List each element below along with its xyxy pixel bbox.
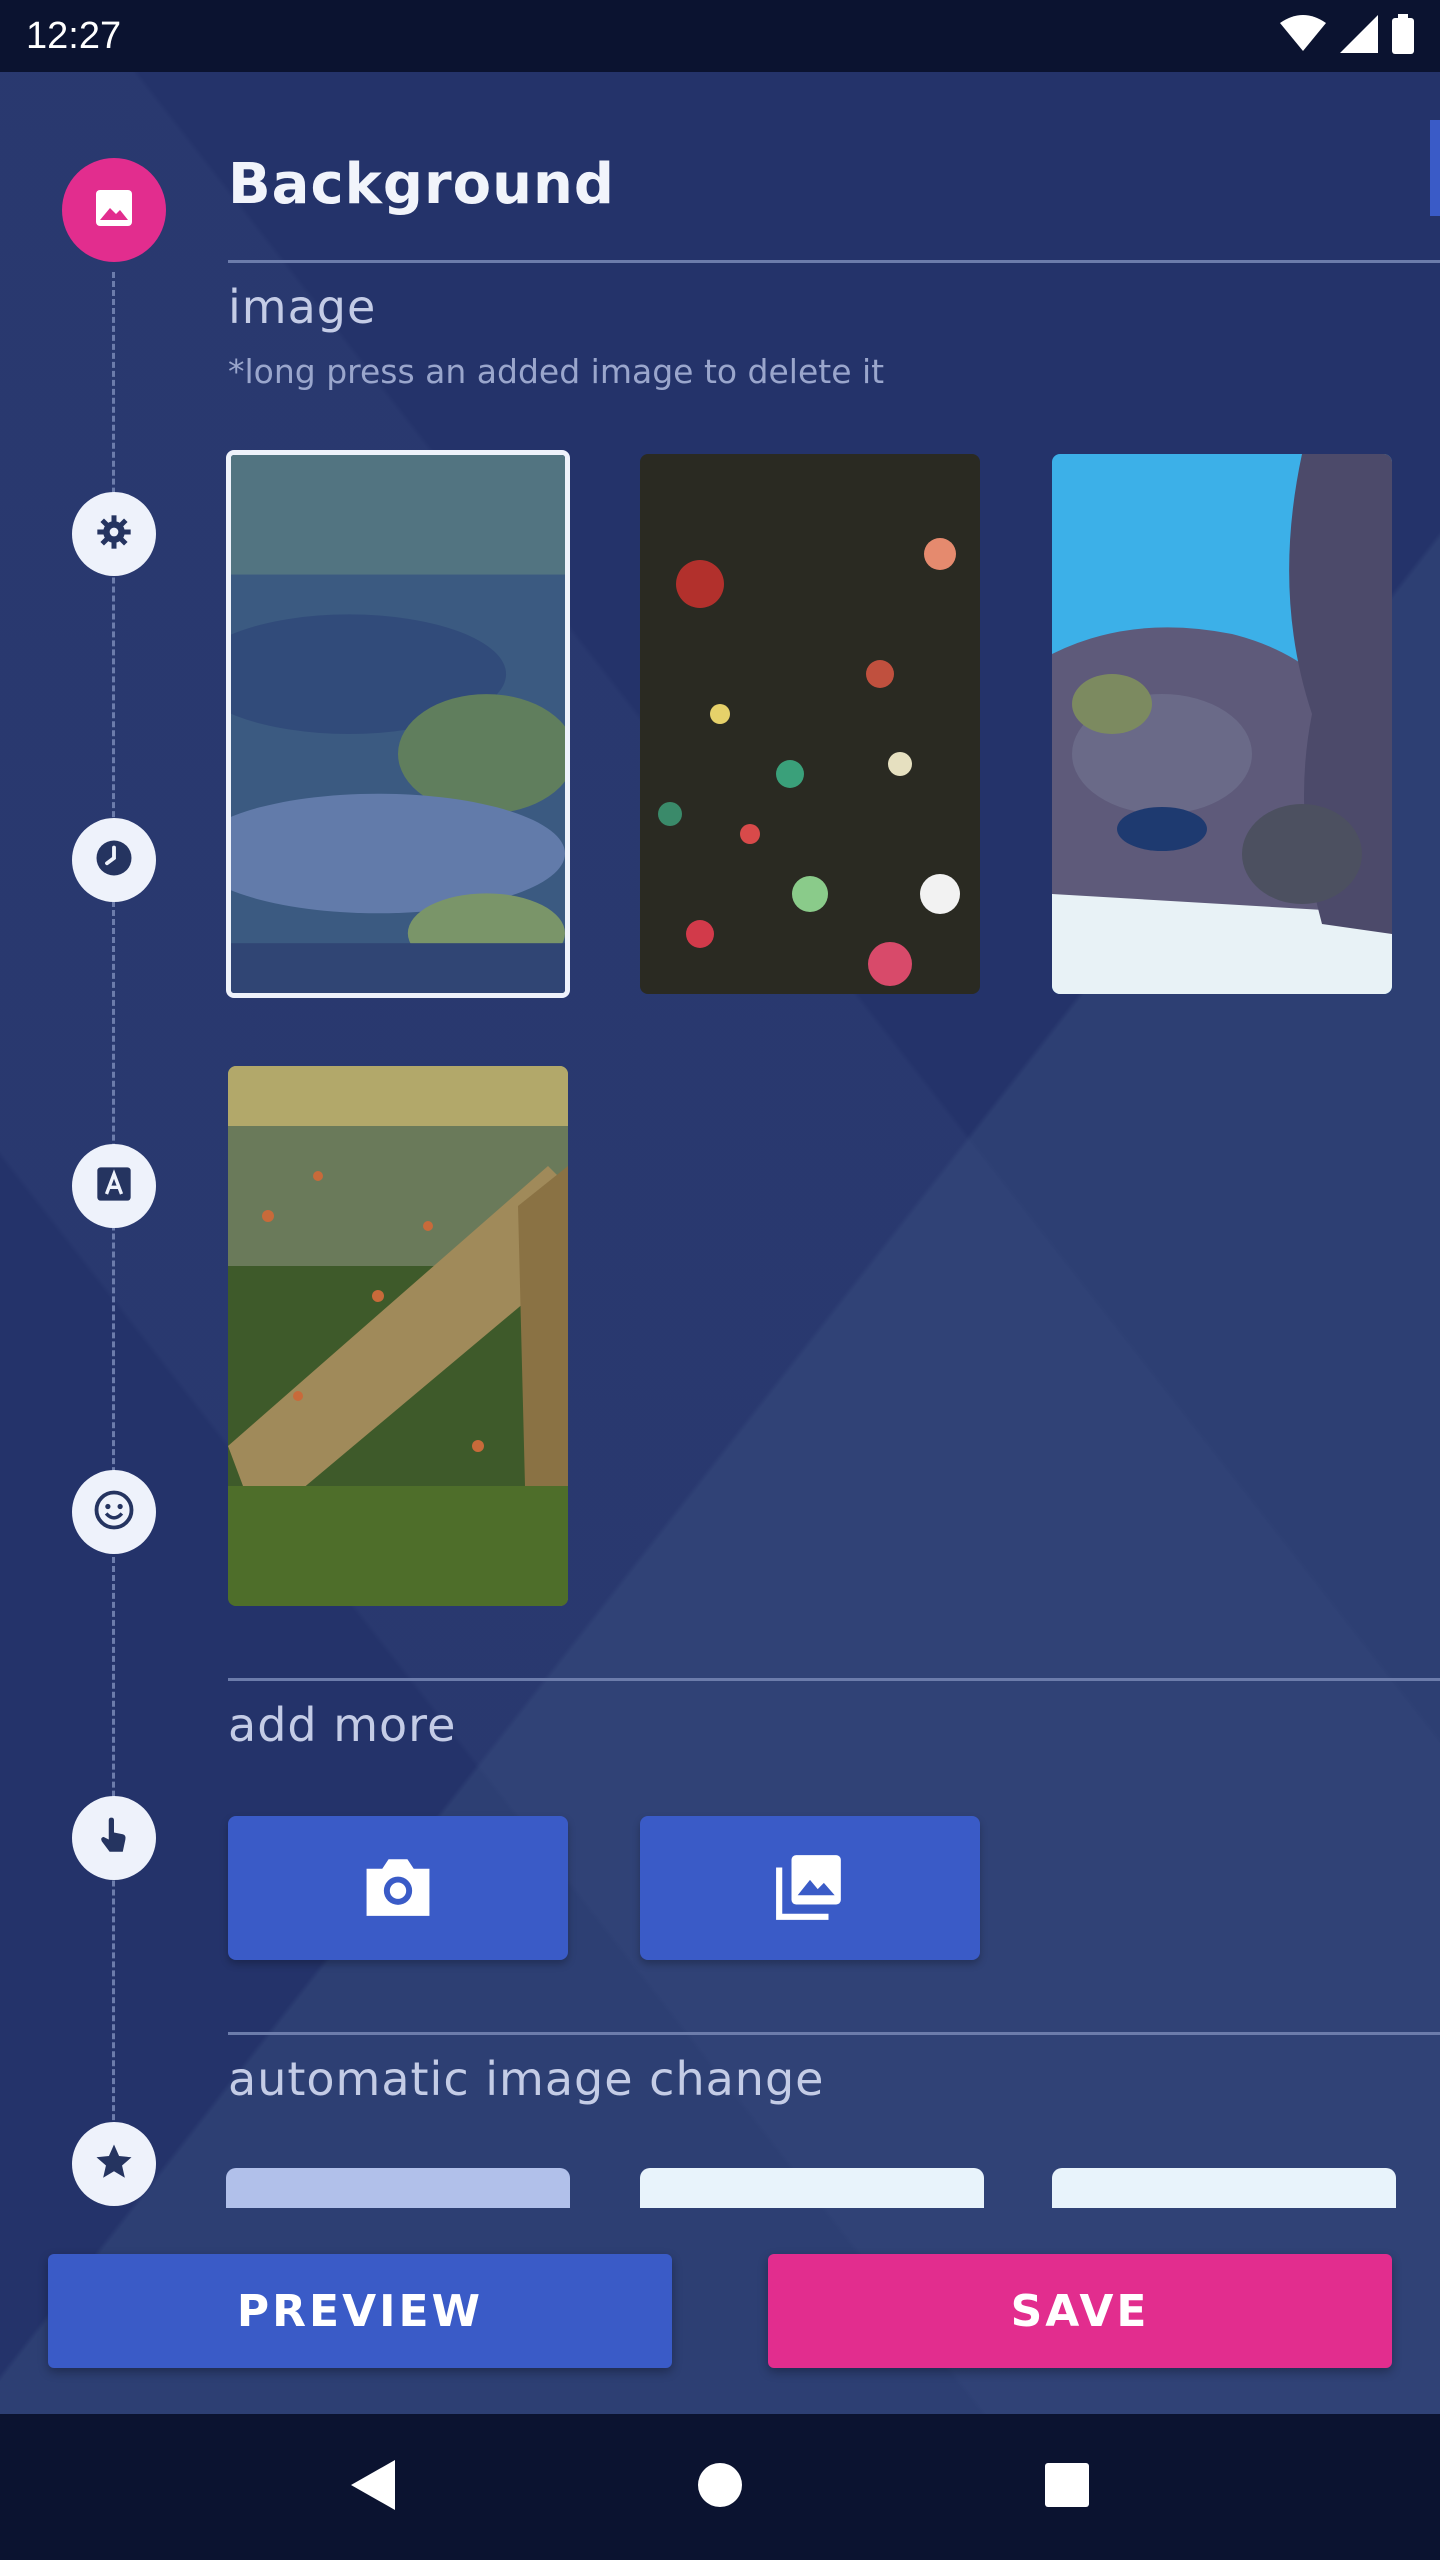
aquarium-plants-thumbnail[interactable] (226, 450, 570, 998)
home-button[interactable] (670, 2437, 770, 2537)
auto-change-option[interactable] (226, 2168, 570, 2208)
delete-hint: *long press an added image to delete it (228, 352, 885, 391)
divider (228, 1678, 1440, 1681)
coral-reef-dark-thumbnail[interactable] (640, 454, 980, 994)
divider (228, 260, 1440, 263)
gallery-icon (773, 1849, 847, 1927)
timeline-clock-button[interactable] (72, 818, 156, 902)
recents-button[interactable] (1017, 2437, 1117, 2537)
clock-icon (93, 837, 135, 883)
navigation-bar (0, 2414, 1440, 2560)
settings-icon (94, 512, 134, 556)
auto-change-heading: automatic image change (228, 2052, 825, 2106)
driftwood-fish-thumbnail[interactable] (228, 1066, 568, 1606)
font-icon (94, 1164, 134, 1208)
recents-icon (1044, 2463, 1089, 2511)
emoji-icon (93, 1489, 135, 1535)
settings-content[interactable]: Background image *long press an added im… (0, 72, 1440, 2414)
timeline-font-button[interactable] (72, 1144, 156, 1228)
reef-rock-blue-thumbnail[interactable] (1052, 454, 1392, 994)
status-time: 12:27 (26, 14, 122, 57)
timeline-background-button[interactable] (62, 158, 166, 262)
divider (228, 2032, 1440, 2035)
auto-change-option[interactable] (1052, 2168, 1396, 2208)
timeline-emoji-button[interactable] (72, 1470, 156, 1554)
gallery-button[interactable] (640, 1816, 980, 1960)
home-icon (697, 2463, 742, 2511)
timeline-star-button[interactable] (72, 2122, 156, 2206)
wifi-icon (1280, 15, 1326, 57)
camera-button[interactable] (228, 1816, 568, 1960)
image-heading: image (228, 280, 377, 334)
scroll-indicator (1430, 120, 1440, 216)
add-more-heading: add more (228, 1698, 457, 1752)
preview-button[interactable]: PREVIEW (48, 2254, 672, 2368)
image-icon (90, 184, 138, 236)
auto-change-option[interactable] (640, 2168, 984, 2208)
section-title: Background (228, 152, 615, 217)
status-bar: 12:27 (0, 0, 1440, 72)
star-icon (93, 2141, 135, 2187)
back-button[interactable] (323, 2437, 423, 2537)
battery-icon (1392, 14, 1414, 58)
timeline-settings-button[interactable] (72, 492, 156, 576)
back-icon (351, 2460, 396, 2514)
signal-icon (1340, 15, 1378, 57)
timeline-touch-button[interactable] (72, 1796, 156, 1880)
touch-icon (93, 1815, 135, 1861)
status-icons (1280, 14, 1414, 58)
save-button[interactable]: SAVE (768, 2254, 1392, 2368)
camera-icon (360, 1853, 436, 1923)
